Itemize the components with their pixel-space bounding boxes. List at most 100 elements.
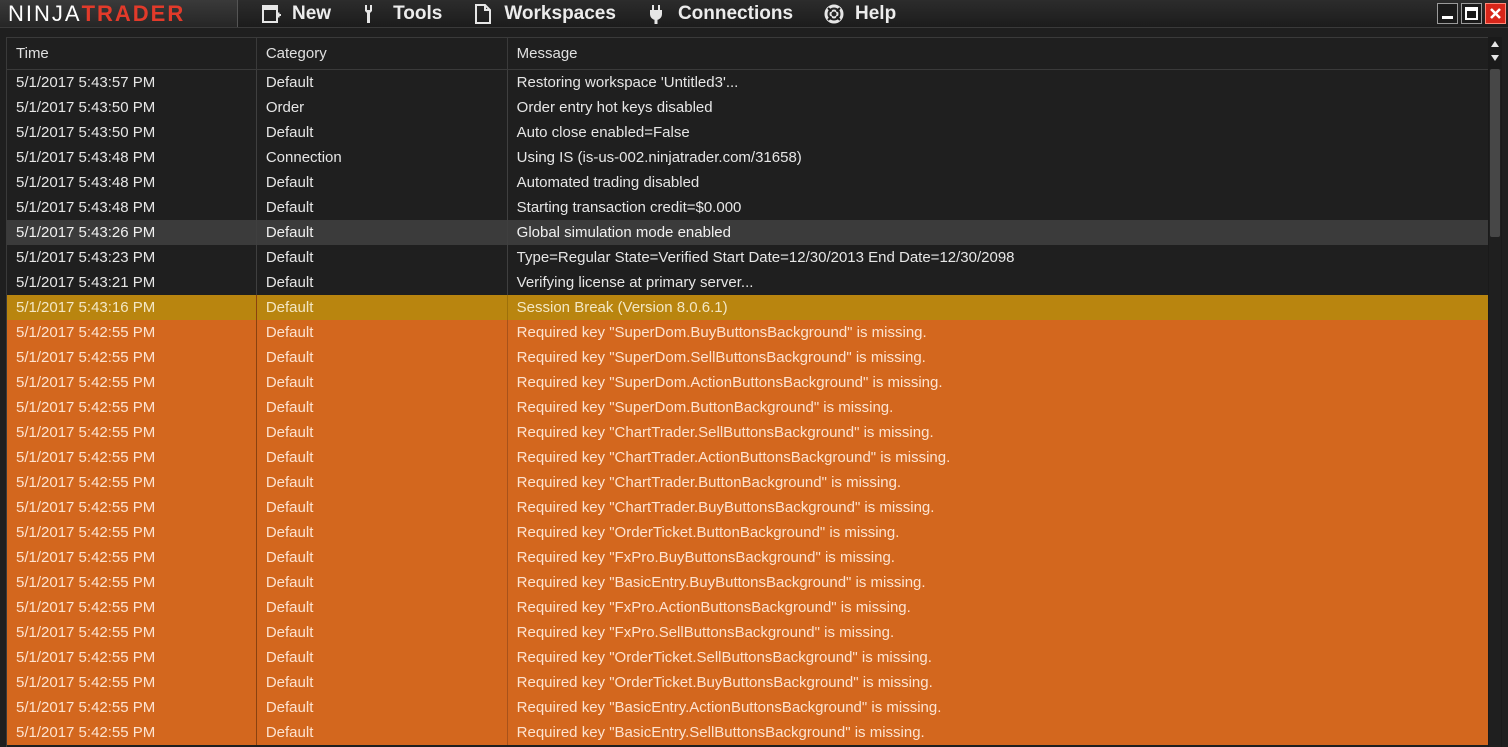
log-message-cell: Required key "FxPro.SellButtonsBackgroun… (516, 624, 895, 641)
log-row[interactable]: 5/1/2017 5:42:55 PM Default Required key "… (7, 470, 1488, 495)
log-row[interactable]: 5/1/2017 5:42:55 PM Default Required key "… (7, 620, 1488, 645)
log-row[interactable]: 5/1/2017 5:42:55 PM Default Required key "… (7, 445, 1488, 470)
log-row[interactable]: 5/1/2017 5:42:55 PM Default Required key "… (7, 670, 1488, 695)
log-time-cell: 5/1/2017 5:42:55 PM (7, 370, 257, 395)
column-header-time[interactable]: Time (7, 38, 257, 69)
log-time-cell: 5/1/2017 5:42:55 PM (7, 395, 257, 420)
scrollbar-track[interactable] (1489, 69, 1501, 747)
menu-new[interactable]: New (260, 0, 331, 27)
log-row[interactable]: 5/1/2017 5:43:48 PM Default Starting trans… (7, 195, 1488, 220)
log-category-cell: Default (257, 695, 508, 720)
menu-help-label: Help (855, 2, 897, 24)
log-row[interactable]: 5/1/2017 5:43:50 PM Order Order entry hot … (7, 95, 1488, 120)
log-time-cell: 5/1/2017 5:42:55 PM (7, 695, 257, 720)
log-row[interactable]: 5/1/2017 5:42:55 PM Default Required key "… (7, 720, 1488, 745)
scrollbar-thumb[interactable] (1490, 69, 1500, 237)
log-time-cell: 5/1/2017 5:42:55 PM (7, 445, 257, 470)
log-time-cell: 5/1/2017 5:42:55 PM (7, 720, 257, 745)
log-message-cell: Required key "BasicEntry.SellButtonsBack… (516, 724, 925, 741)
document-icon (475, 3, 492, 24)
log-row[interactable]: 5/1/2017 5:43:26 PM Default Global simulat… (7, 220, 1488, 245)
log-category-cell: Default (257, 545, 508, 570)
menu-help[interactable]: Help (823, 0, 896, 27)
menu-tools[interactable]: Tools (361, 0, 442, 27)
log-time-cell: 5/1/2017 5:43:23 PM (7, 245, 257, 270)
column-header-message[interactable]: Message (508, 38, 1488, 69)
lifebuoy-icon (824, 4, 844, 23)
ninjatrader-logo: NINJA TRADER (0, 0, 238, 27)
log-category-cell: Default (257, 245, 508, 270)
log-grid: Time Category Message 5/1/2017 5:43:57 P… (6, 37, 1488, 747)
log-time-cell: 5/1/2017 5:42:55 PM (7, 420, 257, 445)
log-row[interactable]: 5/1/2017 5:42:55 PM Default Required key "… (7, 395, 1488, 420)
menu-new-label: New (292, 2, 332, 24)
log-row[interactable]: 5/1/2017 5:42:55 PM Default Required key "… (7, 345, 1488, 370)
log-row[interactable]: 5/1/2017 5:42:55 PM Default Required key "… (7, 545, 1488, 570)
log-time-cell: 5/1/2017 5:42:55 PM (7, 495, 257, 520)
arrow-down-icon (1491, 55, 1499, 61)
log-row[interactable]: 5/1/2017 5:43:23 PM Default Type=Regular S… (7, 245, 1488, 270)
column-header-category[interactable]: Category (257, 38, 508, 69)
log-row[interactable]: 5/1/2017 5:42:55 PM Default Required key "… (7, 595, 1488, 620)
log-message-cell: Required key "SuperDom.SellButtonsBackgr… (516, 349, 926, 366)
log-category-cell: Default (257, 495, 508, 520)
log-row[interactable]: 5/1/2017 5:42:55 PM Default Required key "… (7, 495, 1488, 520)
log-row[interactable]: 5/1/2017 5:42:55 PM Default Required key "… (7, 695, 1488, 720)
log-category-cell: Default (257, 445, 508, 470)
main-menu: New Tools Workspaces Connections Help (260, 0, 926, 27)
scroll-up-button[interactable] (1488, 37, 1502, 51)
log-time-cell: 5/1/2017 5:42:55 PM (7, 670, 257, 695)
log-message-cell: Restoring workspace 'Untitled3'... (516, 74, 739, 91)
maximize-button[interactable] (1461, 3, 1482, 24)
minimize-button[interactable] (1437, 3, 1458, 24)
new-window-icon (262, 4, 281, 23)
log-category-cell: Default (257, 170, 508, 195)
log-time-cell: 5/1/2017 5:43:26 PM (7, 220, 257, 245)
log-time-cell: 5/1/2017 5:42:55 PM (7, 520, 257, 545)
log-row[interactable]: 5/1/2017 5:42:55 PM Default Required key "… (7, 570, 1488, 595)
log-category-cell: Default (257, 70, 508, 95)
log-row[interactable]: 5/1/2017 5:43:57 PM Default Restoring work… (7, 70, 1488, 95)
log-time-cell: 5/1/2017 5:43:57 PM (7, 70, 257, 95)
log-message-cell: Session Break (Version 8.0.6.1) (516, 299, 728, 316)
log-row[interactable]: 5/1/2017 5:42:55 PM Default Required key "… (7, 320, 1488, 345)
close-button[interactable] (1485, 3, 1506, 24)
grid-header: Time Category Message (7, 37, 1488, 70)
log-category-cell: Default (257, 320, 508, 345)
ninjatrader-control-center: NINJA TRADER New Tools Workspaces Connec… (0, 0, 1508, 747)
log-message-cell: Global simulation mode enabled (516, 224, 731, 241)
log-row[interactable]: 5/1/2017 5:42:55 PM Default Required key "… (7, 520, 1488, 545)
log-row[interactable]: 5/1/2017 5:42:55 PM Default Required key "… (7, 420, 1488, 445)
log-category-cell: Default (257, 470, 508, 495)
scroll-down-button[interactable] (1488, 51, 1502, 65)
log-time-cell: 5/1/2017 5:43:50 PM (7, 95, 257, 120)
log-row[interactable]: 5/1/2017 5:43:50 PM Default Auto close ena… (7, 120, 1488, 145)
menu-tools-label: Tools (393, 2, 443, 24)
log-message-cell: Required key "OrderTicket.ButtonBackgrou… (516, 524, 900, 541)
log-time-cell: 5/1/2017 5:43:50 PM (7, 120, 257, 145)
log-row[interactable]: 5/1/2017 5:43:48 PM Connection Using IS (i… (7, 145, 1488, 170)
log-category-cell: Order (257, 95, 508, 120)
log-row[interactable]: 5/1/2017 5:43:16 PM Default Session Break … (7, 295, 1488, 320)
log-message-cell: Required key "SuperDom.ButtonBackground"… (516, 399, 894, 416)
log-category-cell: Default (257, 520, 508, 545)
log-message-cell: Required key "OrderTicket.BuyButtonsBack… (516, 674, 933, 691)
log-row[interactable]: 5/1/2017 5:42:55 PM Default Required key "… (7, 370, 1488, 395)
log-message-cell: Auto close enabled=False (516, 124, 690, 141)
wrench-icon (365, 4, 373, 23)
menu-workspaces-label: Workspaces (504, 2, 616, 24)
log-category-cell: Default (257, 420, 508, 445)
log-row[interactable]: 5/1/2017 5:42:55 PM Default Required key "… (7, 645, 1488, 670)
log-message-cell: Required key "ChartTrader.BuyButtonsBack… (516, 499, 935, 516)
log-category-cell: Default (257, 370, 508, 395)
log-row[interactable]: 5/1/2017 5:43:21 PM Default Verifying lice… (7, 270, 1488, 295)
arrow-up-icon (1491, 41, 1499, 47)
log-category-cell: Default (257, 720, 508, 745)
log-category-cell: Default (257, 345, 508, 370)
vertical-scrollbar[interactable] (1488, 37, 1502, 747)
log-category-cell: Default (257, 195, 508, 220)
log-message-cell: Using IS (is-us-002.ninjatrader.com/3165… (516, 149, 802, 166)
log-row[interactable]: 5/1/2017 5:43:48 PM Default Automated trad… (7, 170, 1488, 195)
menu-connections[interactable]: Connections (646, 0, 793, 27)
menu-workspaces[interactable]: Workspaces (472, 0, 616, 27)
